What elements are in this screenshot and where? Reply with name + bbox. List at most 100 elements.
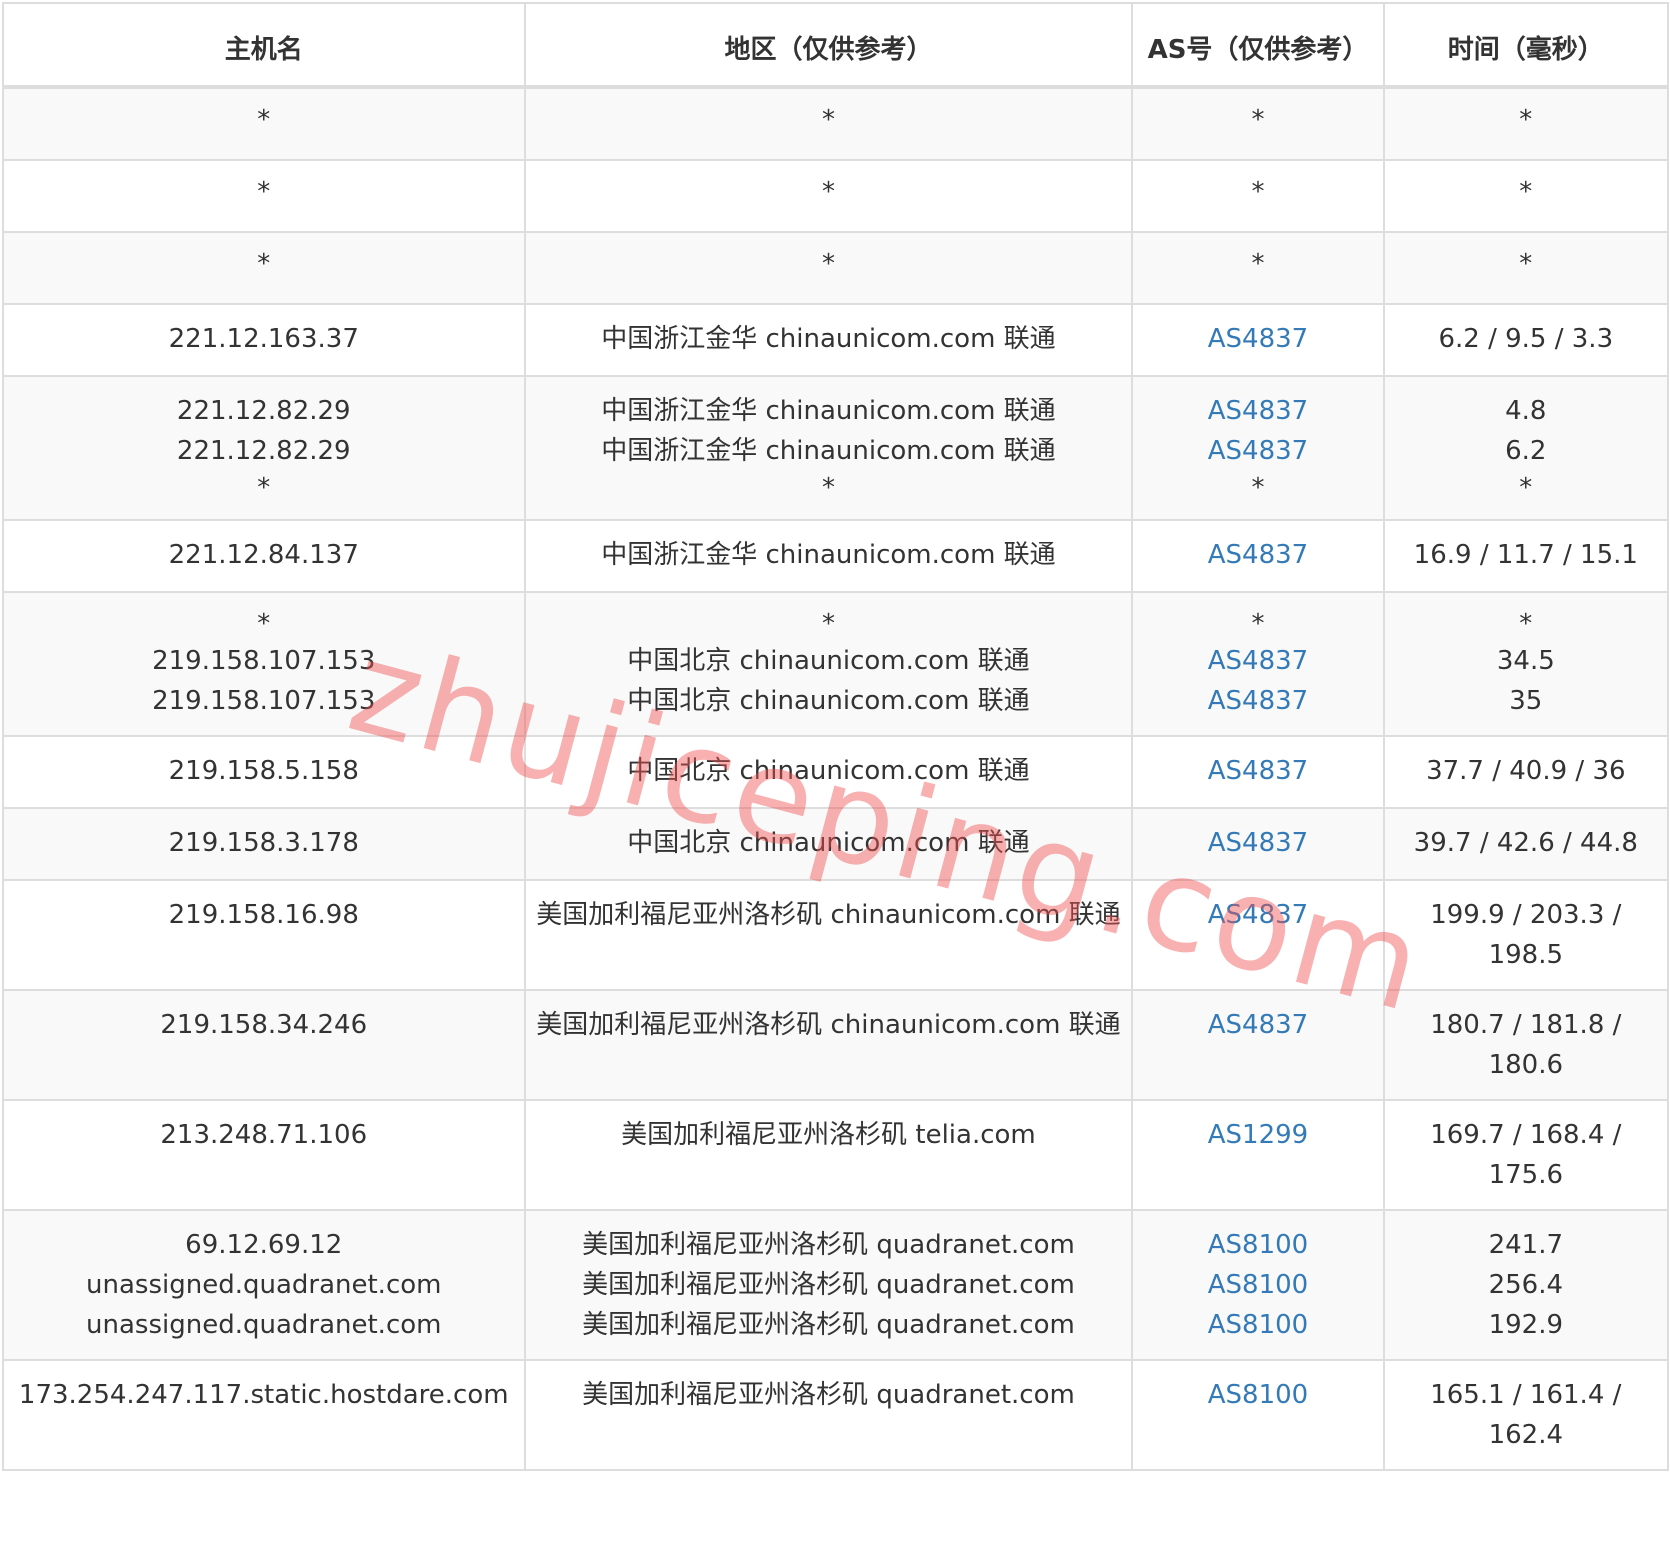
cell-time: 199.9 / 203.3 / 198.5 <box>1382 879 1670 991</box>
as-number-link[interactable]: AS4837 <box>1143 895 1372 935</box>
cell-region-text: 美国加利福尼亚州洛杉矶 quadranet.com <box>582 1230 1075 1260</box>
as-number-link[interactable]: AS4837 <box>1143 641 1372 681</box>
cell-as-number: AS4837 AS4837 * <box>1131 375 1385 521</box>
cell-hostname-text: 219.158.3.178 <box>168 828 359 858</box>
cell-time-text: 180.7 / 181.8 / 180.6 <box>1430 1010 1622 1080</box>
table-row: 173.254.247.117.static.hostdare.com 美国加利福… <box>2 1359 1670 1471</box>
cell-region-text: 中国北京 chinaunicom.com 联通 <box>627 686 1030 716</box>
cell-time: * 34.5 35 <box>1382 591 1670 737</box>
as-number-link[interactable]: AS4837 <box>1143 1005 1372 1045</box>
cell-as-number: AS8100 <box>1131 1359 1385 1471</box>
cell-time-text: 256.4 <box>1488 1270 1564 1300</box>
cell-region-text: 中国北京 chinaunicom.com 联通 <box>627 646 1030 676</box>
cell-hostname: * <box>2 231 526 305</box>
cell-time-text: 4.8 <box>1505 396 1547 426</box>
cell-region-text: 中国北京 chinaunicom.com 联通 <box>627 756 1030 786</box>
cell-hostname: * <box>2 159 526 233</box>
cell-region-text: 中国北京 chinaunicom.com 联通 <box>627 828 1030 858</box>
as-number-link[interactable]: AS4837 <box>1143 823 1372 863</box>
cell-region: 美国加利福尼亚州洛杉矶 telia.com <box>523 1099 1134 1211</box>
cell-as-number: AS4837 <box>1131 807 1385 881</box>
as-number-link[interactable]: AS4837 <box>1143 431 1372 471</box>
cell-hostname-text: 219.158.107.153 <box>152 646 376 676</box>
as-number-link[interactable]: AS4837 <box>1143 681 1372 721</box>
cell-time: 169.7 / 168.4 / 175.6 <box>1382 1099 1670 1211</box>
no-response-marker: * <box>1519 609 1533 639</box>
cell-time-text: 165.1 / 161.4 / 162.4 <box>1430 1380 1622 1450</box>
no-response-marker: * <box>821 473 835 503</box>
cell-hostname-text: 221.12.82.29 <box>176 396 351 426</box>
cell-hostname-text: 213.248.71.106 <box>160 1120 368 1150</box>
cell-hostname-text: 219.158.5.158 <box>168 756 359 786</box>
cell-time: * <box>1382 159 1670 233</box>
cell-region: 中国北京 chinaunicom.com 联通 <box>523 735 1134 809</box>
table-row: 219.158.34.246 美国加利福尼亚州洛杉矶 chinaunicom.co… <box>2 989 1670 1101</box>
cell-time: 6.2 / 9.5 / 3.3 <box>1382 303 1670 377</box>
cell-hostname: 219.158.5.158 <box>2 735 526 809</box>
cell-time-text: 6.2 / 9.5 / 3.3 <box>1438 324 1614 354</box>
table-row: 221.12.84.137 中国浙江金华 chinaunicom.com 联通 AS… <box>2 519 1670 593</box>
as-number-link[interactable]: AS4837 <box>1143 319 1372 359</box>
cell-as-number: AS4837 <box>1131 735 1385 809</box>
cell-time-text: 6.2 <box>1505 436 1547 466</box>
table-row: 219.158.3.178 中国北京 chinaunicom.com 联通 AS48… <box>2 807 1670 881</box>
cell-time: 241.7 256.4 192.9 <box>1382 1209 1670 1361</box>
header-as-number: AS号（仅供参考） <box>1131 2 1385 89</box>
cell-region-text: 美国加利福尼亚州洛杉矶 chinaunicom.com 联通 <box>536 1010 1121 1040</box>
cell-as-number: AS4837 <box>1131 519 1385 593</box>
cell-time: * <box>1382 86 1670 161</box>
as-number-link[interactable]: AS8100 <box>1143 1305 1372 1345</box>
no-response-marker: * <box>1251 473 1265 503</box>
no-response-marker: * <box>1251 609 1265 639</box>
cell-region-text: 美国加利福尼亚州洛杉矶 quadranet.com <box>582 1270 1075 1300</box>
table-row: * * * * <box>2 231 1670 305</box>
cell-region-text: 中国浙江金华 chinaunicom.com 联通 <box>601 540 1056 570</box>
cell-hostname: 213.248.71.106 <box>2 1099 526 1211</box>
cell-hostname: 69.12.69.12 unassigned.quadranet.com unass… <box>2 1209 526 1361</box>
cell-hostname: 219.158.16.98 <box>2 879 526 991</box>
no-response-marker: * <box>821 105 835 135</box>
cell-region: 美国加利福尼亚州洛杉矶 quadranet.com <box>523 1359 1134 1471</box>
cell-region-text: 中国浙江金华 chinaunicom.com 联通 <box>601 396 1056 426</box>
table-row: 221.12.163.37 中国浙江金华 chinaunicom.com 联通 AS… <box>2 303 1670 377</box>
cell-time: 4.8 6.2 * <box>1382 375 1670 521</box>
cell-hostname: 221.12.82.29 221.12.82.29 * <box>2 375 526 521</box>
cell-hostname-text: 69.12.69.12 <box>185 1230 343 1260</box>
cell-hostname: 219.158.34.246 <box>2 989 526 1101</box>
cell-region-text: 中国浙江金华 chinaunicom.com 联通 <box>601 324 1056 354</box>
cell-time-text: 192.9 <box>1488 1310 1564 1340</box>
table-row: 221.12.82.29 221.12.82.29 * 中国浙江金华 chinauni… <box>2 375 1670 521</box>
no-response-marker: * <box>1251 105 1265 135</box>
as-number-link[interactable]: AS8100 <box>1143 1375 1372 1415</box>
as-number-link[interactable]: AS1299 <box>1143 1115 1372 1155</box>
table-row: 219.158.16.98 美国加利福尼亚州洛杉矶 chinaunicom.com… <box>2 879 1670 991</box>
header-row: 主机名 地区（仅供参考） AS号（仅供参考） 时间（毫秒） <box>2 2 1670 89</box>
header-time-ms: 时间（毫秒） <box>1382 2 1670 89</box>
header-hostname: 主机名 <box>2 2 526 89</box>
no-response-marker: * <box>821 609 835 639</box>
cell-as-number: * AS4837 AS4837 <box>1131 591 1385 737</box>
cell-time-text: 35 <box>1509 686 1543 716</box>
traceroute-table: 主机名 地区（仅供参考） AS号（仅供参考） 时间（毫秒） * * * * * * * * * *… <box>2 2 1670 1471</box>
cell-hostname-text: 221.12.163.37 <box>168 324 359 354</box>
no-response-marker: * <box>821 249 835 279</box>
as-number-link[interactable]: AS4837 <box>1143 391 1372 431</box>
cell-region-text: 中国浙江金华 chinaunicom.com 联通 <box>601 436 1056 466</box>
cell-as-number: AS4837 <box>1131 989 1385 1101</box>
cell-time-text: 34.5 <box>1496 646 1555 676</box>
as-number-link[interactable]: AS8100 <box>1143 1225 1372 1265</box>
no-response-marker: * <box>257 249 271 279</box>
no-response-marker: * <box>1519 105 1533 135</box>
as-number-link[interactable]: AS8100 <box>1143 1265 1372 1305</box>
as-number-link[interactable]: AS4837 <box>1143 751 1372 791</box>
cell-region: 中国北京 chinaunicom.com 联通 <box>523 807 1134 881</box>
no-response-marker: * <box>1251 249 1265 279</box>
no-response-marker: * <box>821 177 835 207</box>
no-response-marker: * <box>1519 249 1533 279</box>
cell-hostname-text: 219.158.107.153 <box>152 686 376 716</box>
as-number-link[interactable]: AS4837 <box>1143 535 1372 575</box>
cell-hostname-text: 173.254.247.117.static.hostdare.com <box>18 1380 509 1410</box>
cell-hostname-text: unassigned.quadranet.com <box>86 1310 442 1340</box>
cell-region: 美国加利福尼亚州洛杉矶 quadranet.com 美国加利福尼亚州洛杉矶 qua… <box>523 1209 1134 1361</box>
cell-region-text: 美国加利福尼亚州洛杉矶 telia.com <box>621 1120 1036 1150</box>
